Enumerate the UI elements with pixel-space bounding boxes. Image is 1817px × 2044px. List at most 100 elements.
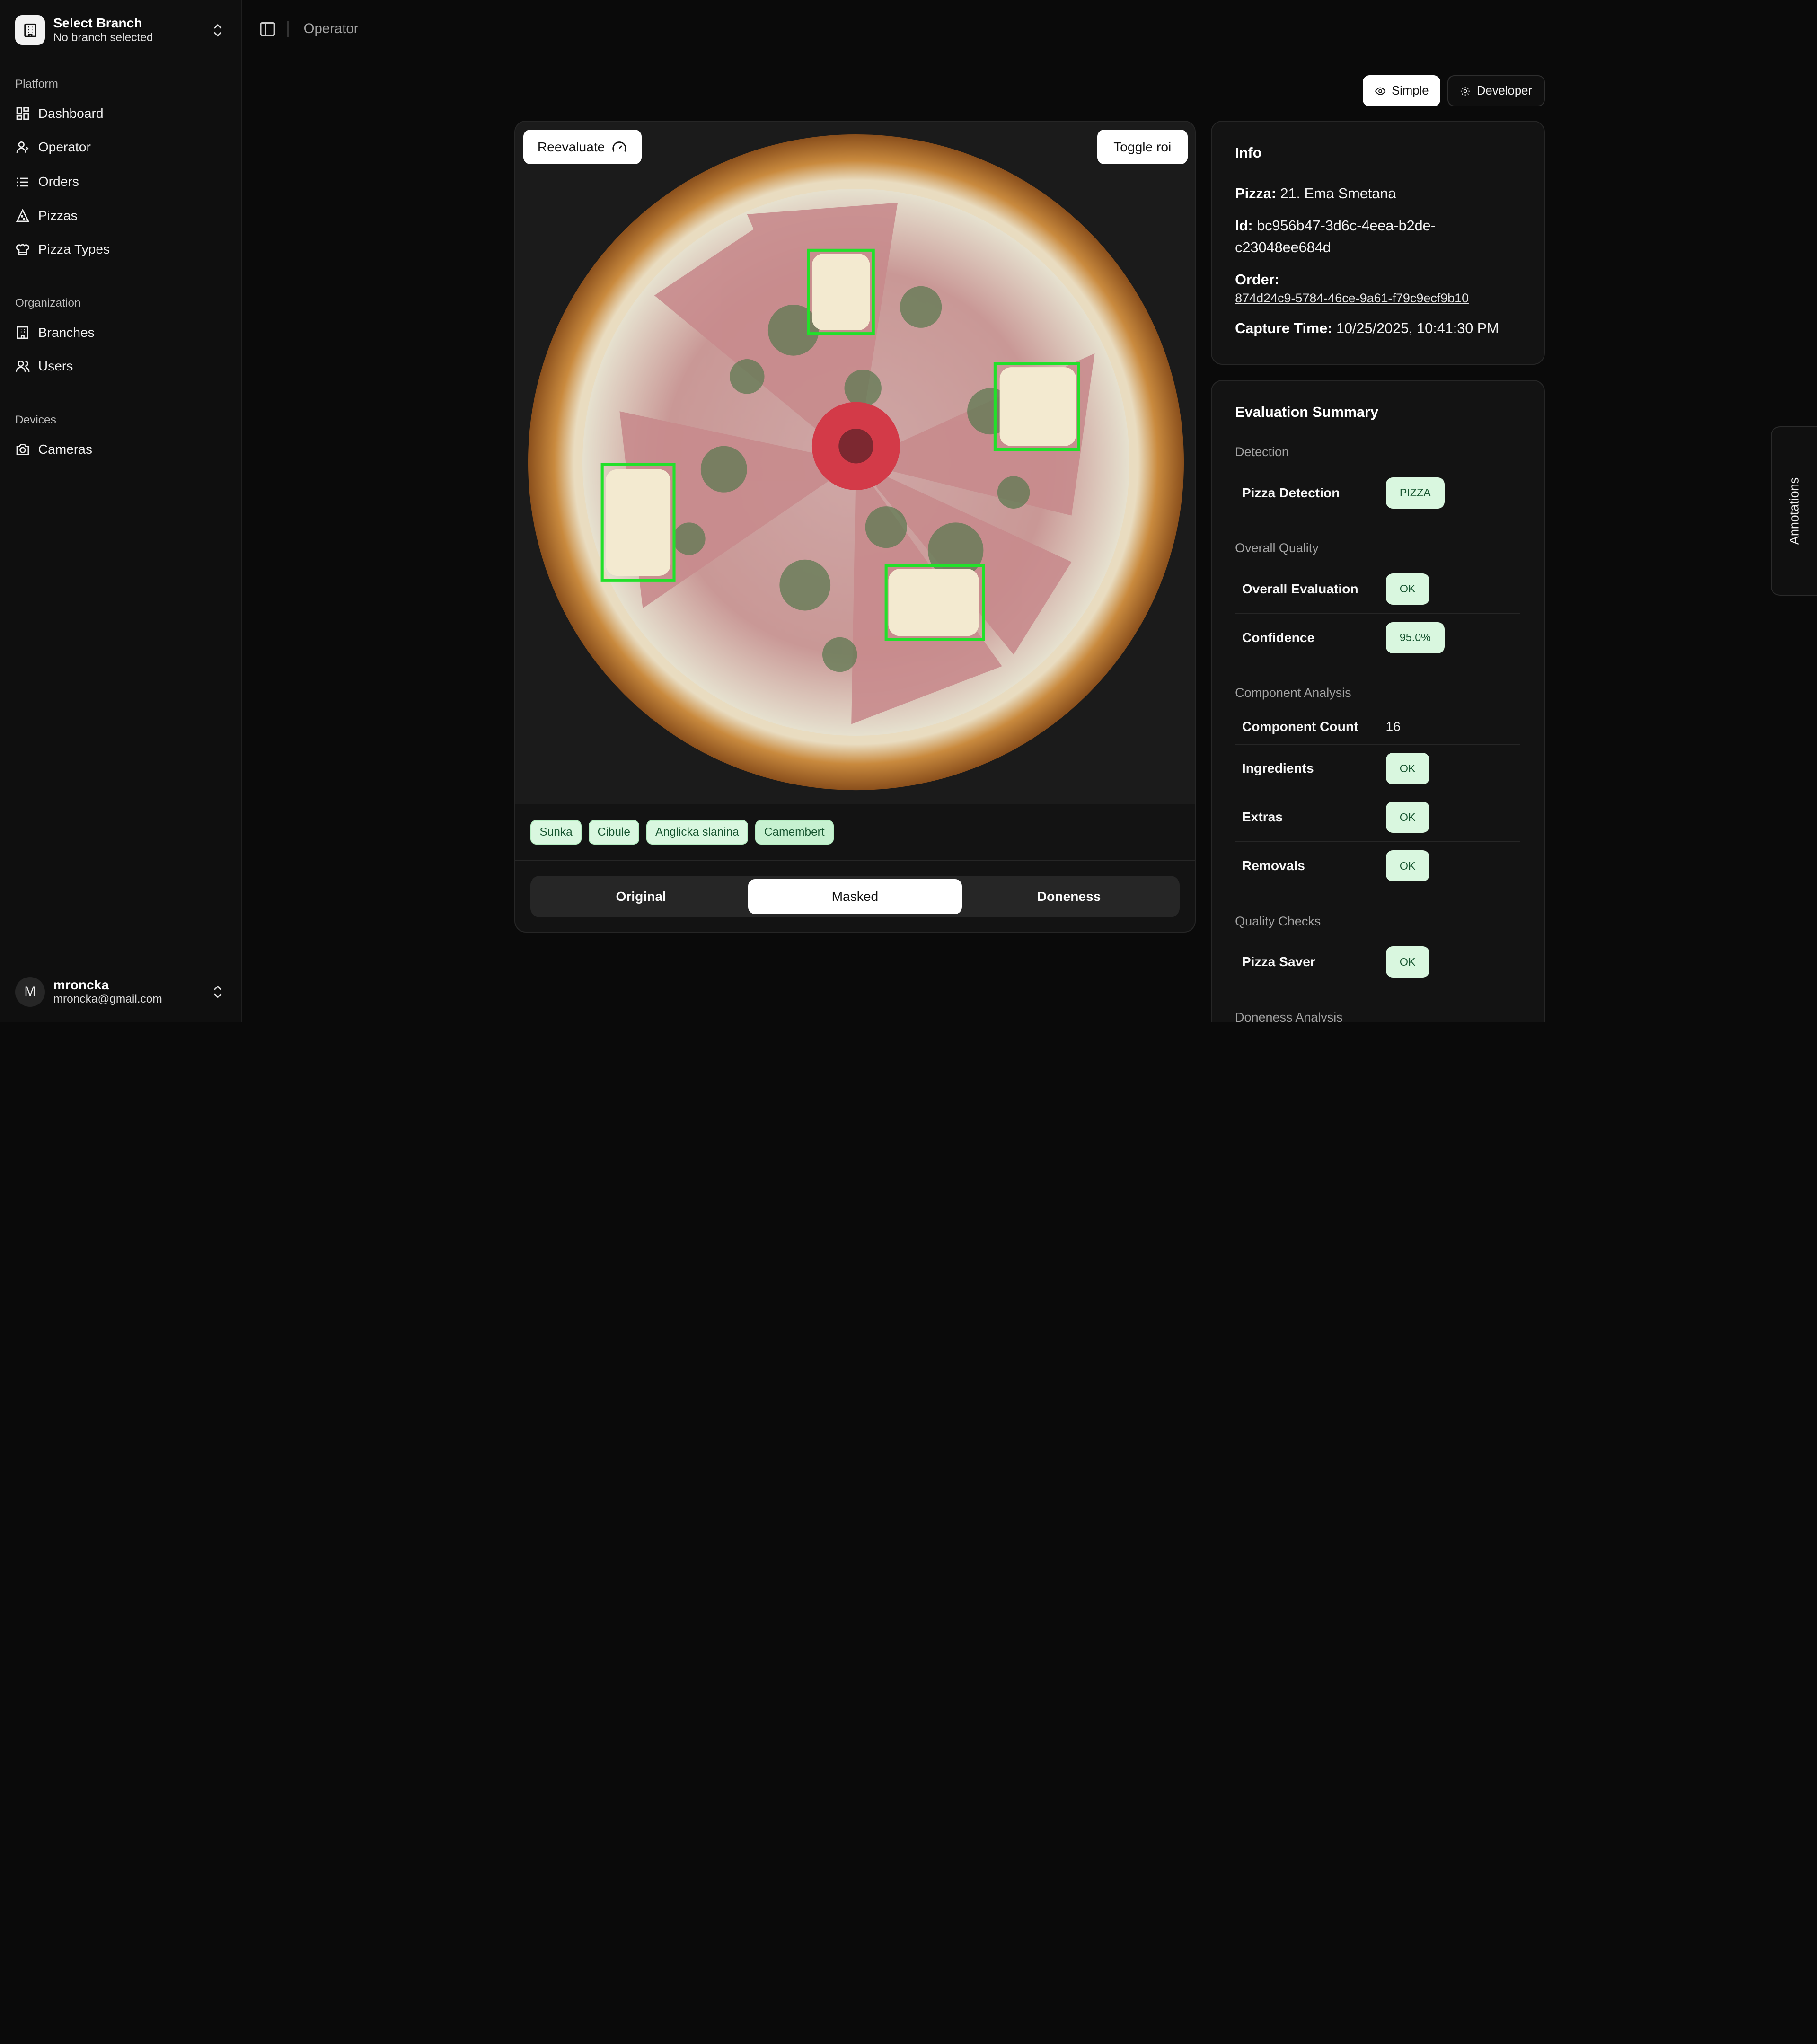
simple-mode-label: Simple: [1392, 84, 1429, 97]
row-label: Ingredients: [1242, 761, 1314, 776]
sidebar-item-operator[interactable]: Operator: [9, 133, 232, 161]
user-name: mroncka: [53, 978, 109, 993]
chevrons-up-down-icon: [214, 985, 222, 998]
sidebar-item-cameras[interactable]: Cameras: [9, 436, 232, 464]
sidebar-item-orders[interactable]: Orders: [9, 168, 232, 196]
app-root: Select Branch No branch selected Platfor…: [0, 0, 1817, 1022]
chef-hat-icon: [16, 244, 29, 255]
group-label-organization: Organization: [15, 296, 81, 309]
status-badge: OK: [1385, 753, 1429, 784]
row-label: Overall Evaluation: [1242, 581, 1358, 596]
confidence-row: Confidence 95.0%: [1242, 614, 1520, 661]
breadcrumb[interactable]: Operator: [304, 21, 359, 37]
ingredient-tags: Sunka Cibule Anglicka slanina Camembert: [530, 820, 834, 845]
ingredients-row: Ingredients OK: [1242, 745, 1520, 792]
overall-quality-section-label: Overall Quality: [1235, 541, 1319, 555]
reevaluate-label: Reevaluate: [537, 139, 605, 154]
row-label: Removals: [1242, 858, 1305, 873]
order-link[interactable]: 874d24c9-5784-46ce-9a61-f79c9ecf9b10: [1235, 289, 1520, 308]
sidebar-item-label: Users: [38, 358, 73, 373]
annotations-label: Annotations: [1787, 477, 1801, 545]
tab-original[interactable]: Original: [534, 879, 748, 914]
sidebar-item-label: Orders: [38, 174, 79, 189]
capture-info: Capture Time: 10/25/2025, 10:41:30 PM: [1235, 318, 1520, 340]
sidebar-item-users[interactable]: Users: [9, 352, 232, 380]
extras-row: Extras OK: [1242, 793, 1520, 841]
overall-evaluation-row: Overall Evaluation OK: [1242, 565, 1520, 613]
pizza-image: [528, 134, 1184, 790]
simple-mode-button[interactable]: Simple: [1363, 75, 1441, 107]
pizza-label: Pizza:: [1235, 185, 1276, 202]
group-label-platform: Platform: [15, 78, 58, 91]
sidebar-item-label: Pizzas: [38, 208, 78, 223]
branch-subtitle: No branch selected: [53, 31, 153, 44]
pizza-saver-row: Pizza Saver OK: [1242, 938, 1520, 986]
eye-icon: [1375, 87, 1385, 95]
users-icon: [16, 360, 30, 372]
ingredient-tag: Cibule: [588, 820, 640, 845]
sidebar-item-label: Branches: [38, 325, 95, 340]
id-info: Id: bc956b47-3d6c-4eea-b2de-c23048ee684d: [1235, 215, 1520, 259]
ingredient-tag: Sunka: [530, 820, 582, 845]
status-badge: OK: [1385, 850, 1429, 882]
status-badge: PIZZA: [1385, 477, 1445, 509]
dashboard-icon: [16, 107, 29, 120]
branch-selector[interactable]: Select Branch No branch selected: [9, 9, 232, 51]
operator-icon: [16, 141, 29, 153]
info-card: Info Pizza: 21. Ema Smetana Id: bc956b47…: [1211, 120, 1545, 365]
pizza-image-area: Reevaluate Toggle roi: [515, 121, 1195, 804]
sidebar-item-pizza-types[interactable]: Pizza Types: [9, 235, 232, 263]
status-badge: OK: [1385, 946, 1429, 978]
evaluation-title: Evaluation Summary: [1235, 404, 1378, 421]
building-icon: [17, 326, 28, 339]
sidebar-item-label: Dashboard: [38, 106, 104, 121]
card-divider: [515, 859, 1195, 861]
toggle-roi-button[interactable]: Toggle roi: [1097, 129, 1188, 165]
tab-doneness[interactable]: Doneness: [962, 879, 1176, 914]
pizza-image-card: Reevaluate Toggle roi Sunka Cibule Angli…: [514, 120, 1196, 933]
row-value: 16: [1385, 719, 1401, 734]
developer-mode-label: Developer: [1476, 84, 1533, 97]
status-badge: OK: [1385, 573, 1429, 605]
removals-row: Removals OK: [1242, 842, 1520, 890]
developer-mode-button[interactable]: Developer: [1447, 75, 1545, 107]
sidebar-toggle-icon[interactable]: [258, 20, 277, 38]
component-analysis-section-label: Component Analysis: [1235, 686, 1351, 700]
gear-icon: [1461, 86, 1470, 96]
order-label: Order:: [1235, 271, 1279, 288]
pizza-detection-row: Pizza Detection PIZZA: [1242, 469, 1520, 516]
chevrons-up-down-icon: [214, 24, 222, 37]
branch-title: Select Branch: [53, 16, 142, 31]
capture-label: Capture Time:: [1235, 320, 1332, 337]
doneness-analysis-section-label: Doneness Analysis: [1235, 1010, 1343, 1022]
header-divider: [287, 21, 289, 37]
row-label: Pizza Detection: [1242, 485, 1340, 500]
capture-value: 10/25/2025, 10:41:30 PM: [1336, 320, 1499, 337]
avatar: M: [15, 977, 45, 1007]
sidebar: Select Branch No branch selected Platfor…: [0, 0, 242, 1022]
annotations-panel-toggle[interactable]: Annotations: [1771, 426, 1817, 596]
tab-masked[interactable]: Masked: [748, 879, 962, 914]
building-icon: [15, 15, 45, 45]
pizza-value: 21. Ema Smetana: [1280, 185, 1396, 202]
top-header: Operator: [242, 0, 1817, 60]
reevaluate-button[interactable]: Reevaluate: [523, 129, 642, 165]
info-title: Info: [1235, 144, 1262, 161]
user-menu[interactable]: M mroncka mroncka@gmail.com: [9, 971, 232, 1013]
status-badge: 95.0%: [1385, 622, 1445, 653]
status-badge: OK: [1385, 802, 1429, 833]
view-tabs: Original Masked Doneness: [530, 875, 1180, 918]
row-label: Confidence: [1242, 630, 1315, 645]
sidebar-item-branches[interactable]: Branches: [9, 318, 232, 346]
sidebar-item-label: Operator: [38, 140, 91, 154]
sidebar-item-dashboard[interactable]: Dashboard: [9, 100, 232, 128]
sidebar-item-label: Cameras: [38, 442, 93, 457]
row-label: Pizza Saver: [1242, 954, 1315, 969]
pizza-info: Pizza: 21. Ema Smetana: [1235, 183, 1520, 205]
sidebar-item-pizzas[interactable]: Pizzas: [9, 202, 232, 229]
order-info: Order: 874d24c9-5784-46ce-9a61-f79c9ecf9…: [1235, 269, 1520, 308]
user-email: mroncka@gmail.com: [53, 993, 162, 1006]
ingredient-tag: Anglicka slanina: [646, 820, 748, 845]
pizza-icon: [16, 208, 29, 222]
ingredient-tag: Camembert: [755, 820, 834, 845]
